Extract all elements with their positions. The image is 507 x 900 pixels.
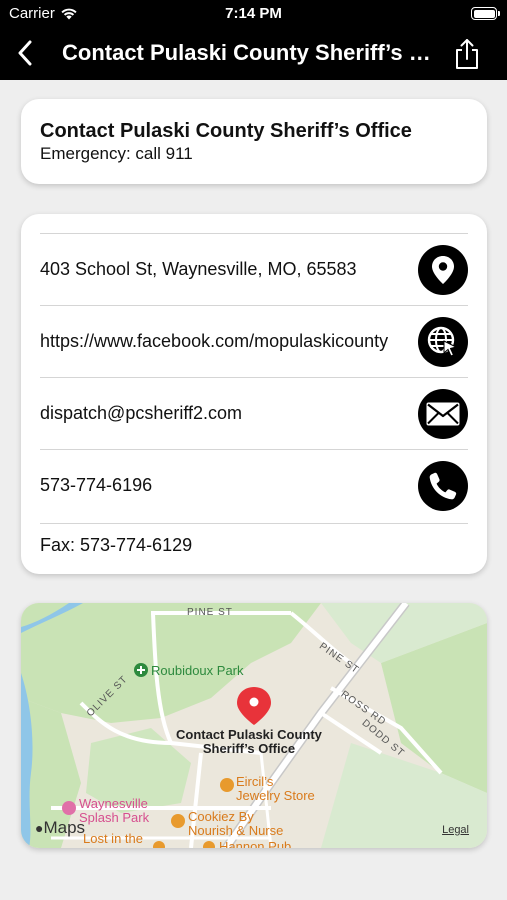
globe-cursor-icon[interactable] — [418, 316, 468, 367]
status-time: 7:14 PM — [225, 5, 282, 22]
phone-row[interactable]: 573-774-6196 — [40, 449, 468, 521]
address-row[interactable]: 403 School St, Waynesville, MO, 65583 — [40, 233, 468, 305]
battery-icon — [471, 7, 500, 20]
share-icon — [456, 39, 478, 69]
maps-brand: Maps — [43, 818, 86, 837]
poi-cookiez: Cookiez By Nourish & Nurse — [188, 810, 283, 838]
location-pin-icon[interactable] — [418, 244, 468, 295]
header-card: Contact Pulaski County Sheriff’s Office … — [21, 99, 487, 184]
status-bar: Carrier 7:14 PM — [0, 0, 507, 28]
email-text: dispatch@pcsheriff2.com — [40, 403, 243, 423]
envelope-icon[interactable] — [418, 388, 468, 439]
poi-cutoff-2: Hannon Pub — [219, 839, 292, 849]
chevron-left-icon — [18, 40, 32, 66]
website-text: https://www.facebook.com/mopulaskicounty — [40, 331, 389, 351]
legal-link[interactable]: Legal — [442, 824, 469, 836]
road-label-pine-st: PINE ST — [187, 607, 233, 618]
map-view[interactable]: PINE ST PINE ST OLIVE ST ROSS RD DODD ST… — [21, 603, 487, 848]
poi-splash-line-2: Splash Park — [79, 810, 150, 825]
website-row[interactable]: https://www.facebook.com/mopulaskicounty — [40, 305, 468, 377]
poi-jewelry-store: Eircil’s Jewelry Store — [236, 775, 315, 803]
poi-jewelry-line-1: Eircil’s — [236, 774, 274, 789]
phone-icon[interactable] — [418, 460, 468, 511]
poi-cookiez-line-2: Nourish & Nurse — [188, 823, 284, 838]
header-title: Contact Pulaski County Sheriff’s Office — [40, 120, 412, 142]
fax-row: Fax: 573-774-6129 — [40, 523, 468, 567]
email-row[interactable]: dispatch@pcsheriff2.com — [40, 377, 468, 449]
poi-cookiez-line-1: Cookiez By — [188, 809, 254, 824]
address-text: 403 School St, Waynesville, MO, 65583 — [40, 259, 357, 279]
back-button[interactable] — [10, 38, 40, 68]
poi-splash-park: Waynesville Splash Park — [79, 797, 149, 825]
fax-text: Fax: 573-774-6129 — [40, 535, 193, 555]
poi-splash-line-1: Waynesville — [79, 796, 148, 811]
emergency-text: Emergency: call 911 — [40, 144, 193, 163]
contact-card: 403 School St, Waynesville, MO, 65583 ht… — [21, 214, 487, 574]
poi-jewelry-line-2: Jewelry Store — [236, 788, 315, 803]
navigation-bar: Contact Pulaski County Sheriff’s Office — [0, 28, 507, 80]
park-label: Roubidoux Park — [151, 663, 244, 678]
page-title: Contact Pulaski County Sheriff’s Office — [62, 40, 442, 65]
maps-logo: ●Maps — [35, 818, 85, 838]
pin-label-line-2: Sheriff’s Office — [202, 741, 296, 756]
pin-label: Contact Pulaski County Sheriff’s Office — [176, 728, 322, 756]
share-button[interactable] — [453, 38, 481, 70]
pin-label-line-1: Contact Pulaski County — [176, 727, 322, 742]
phone-text: 573-774-6196 — [40, 475, 153, 495]
poi-cutoff-1: Lost in the — [83, 831, 143, 846]
